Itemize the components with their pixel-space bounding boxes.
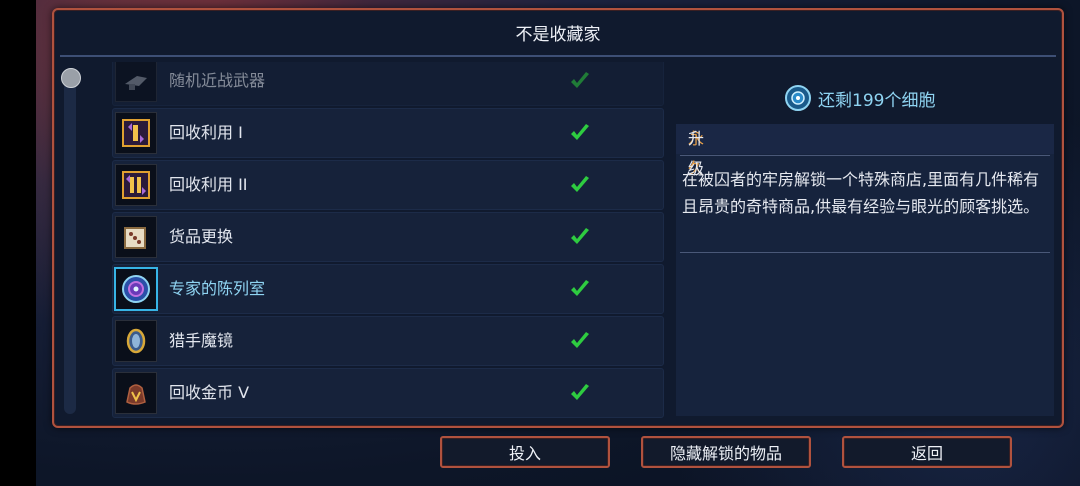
description-divider: [680, 252, 1050, 253]
invest-button[interactable]: 投入: [440, 436, 610, 468]
recycle-1-icon: [115, 112, 157, 154]
upgrade-type-header: 永久 升级: [676, 124, 1054, 178]
list-item[interactable]: 回收利用 II: [112, 160, 664, 210]
screen-edge: [0, 0, 36, 486]
list-item-label: 货品更换: [169, 227, 234, 246]
cells-counter: 还剩199个细胞: [784, 82, 935, 114]
detail-panel: 还剩199个细胞 永久 升级 在被囚者的牢房解锁一个特殊商店,里面有几件稀有且昂贵…: [674, 62, 1054, 418]
list-item-label: 回收金币 V: [169, 383, 250, 402]
list-item-label: 随机近战武器: [169, 71, 266, 90]
back-button[interactable]: 返回: [842, 436, 1012, 468]
list-item[interactable]: 专家的陈列室: [112, 264, 664, 314]
list-item-label: 回收利用 I: [169, 123, 243, 142]
checkmark-icon: [571, 124, 589, 140]
cell-icon: [785, 85, 811, 111]
list-item-label: 专家的陈列室: [169, 279, 266, 298]
list-item-label: 回收利用 II: [169, 175, 248, 194]
list-item[interactable]: 货品更换: [112, 212, 664, 262]
hunter-mirror-icon: [115, 320, 157, 362]
expert-showroom-icon: [114, 267, 158, 311]
unlock-dialog: 不是收藏家 随机近战武器 回收利用 I 回收利用 II 货品更换 专家的陈列室 …: [52, 8, 1064, 428]
melee-weapon-icon: [115, 62, 157, 102]
checkmark-icon: [571, 332, 589, 348]
item-description: 在被囚者的牢房解锁一个特殊商店,里面有几件稀有且昂贵的奇特商品,供最有经验与眼光…: [682, 170, 1040, 216]
list-item[interactable]: 回收利用 I: [112, 108, 664, 158]
list-item[interactable]: 随机近战武器: [112, 62, 664, 106]
scrollbar-track[interactable]: [64, 68, 76, 414]
recycle-2-icon: [115, 164, 157, 206]
checkmark-icon: [571, 176, 589, 192]
list-item[interactable]: 猎手魔镜: [112, 316, 664, 366]
hide-unlocked-button[interactable]: 隐藏解锁的物品: [641, 436, 811, 468]
checkmark-icon: [571, 280, 589, 296]
checkmark-icon: [571, 72, 589, 88]
scrollbar-thumb[interactable]: [61, 68, 81, 88]
list-item[interactable]: 回收金币 V: [112, 368, 664, 418]
gold-bag-icon: [115, 372, 157, 414]
dialog-title: 不是收藏家: [515, 25, 601, 45]
description-box: 永久 升级 在被囚者的牢房解锁一个特殊商店,里面有几件稀有且昂贵的奇特商品,供最有…: [676, 124, 1054, 416]
title-divider: [60, 55, 1056, 57]
checkmark-icon: [571, 384, 589, 400]
item-list: 随机近战武器 回收利用 I 回收利用 II 货品更换 专家的陈列室 猎手魔镜 回…: [112, 62, 664, 418]
header-divider: [680, 155, 1050, 156]
list-item-label: 猎手魔镜: [169, 331, 234, 350]
dice-icon: [115, 216, 157, 258]
checkmark-icon: [571, 228, 589, 244]
cells-remaining-text: 还剩199个细胞: [818, 90, 936, 111]
